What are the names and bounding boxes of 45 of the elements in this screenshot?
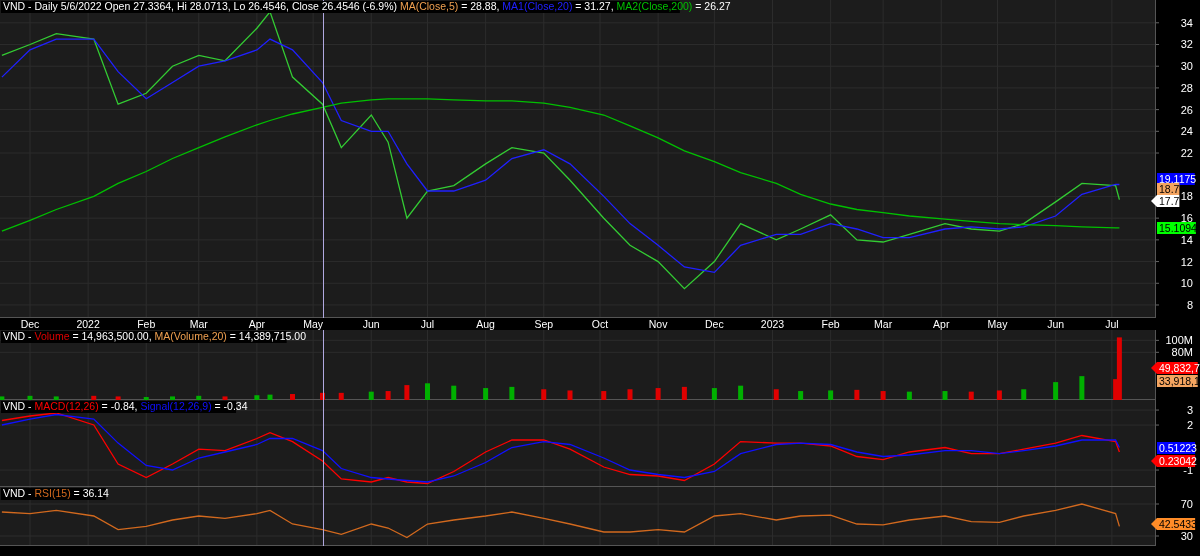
value-tag: 18.7 [1157, 183, 1180, 195]
date-label: Mar [189, 318, 208, 330]
date-label: Feb [821, 318, 840, 330]
axis-label: 14 [1180, 233, 1193, 246]
date-label: Oct [591, 318, 609, 330]
axis-label: 32 [1180, 38, 1193, 51]
indicator-legend: VND - MACD(12,26) = -0.84, Signal(12,26,9) = -0.34 [3, 400, 248, 412]
indicator-legend: VND - Volume = 14,963,500.00, MA(Volume,20) = 14,389,715.00 [3, 330, 306, 342]
date-label: Jun [362, 318, 380, 330]
date-label: Nov [648, 318, 668, 330]
axis-label: 70 [1180, 498, 1193, 510]
date-label: Dec [705, 318, 724, 330]
axis-label: 28 [1180, 81, 1193, 94]
date-label: Feb [137, 318, 156, 330]
date-label: Dec [20, 318, 40, 330]
date-label: 2023 [760, 318, 785, 330]
axis-label: 34 [1180, 16, 1193, 29]
axis-label: 80M [1171, 346, 1193, 359]
axis-label: 16 [1180, 212, 1193, 225]
date-label: 2022 [76, 318, 100, 330]
axis-label: 22 [1180, 147, 1193, 160]
axis-label: 3 [1186, 404, 1193, 417]
indicator-legend: VND - Daily 5/6/2022 Open 27.3364, Hi 28.0713, Lo 26.4546, Close 26.4546 (-6.9%) MA(Close,5) = 28.88, MA1(Close,20) = 31.27, MA2(Close,200) = 26.27 [3, 0, 731, 12]
date-label: May [303, 318, 324, 330]
date-label: Mar [874, 318, 893, 330]
axis-label: 26 [1180, 103, 1193, 116]
date-label: Jun [1047, 318, 1065, 330]
date-label: Apr [248, 318, 266, 330]
axis-label: 8 [1186, 299, 1193, 311]
date-label: Jul [420, 318, 435, 330]
value-tag: 15.1094 [1157, 222, 1197, 234]
date-label: Jul [1105, 318, 1119, 330]
axis-label: 18 [1180, 190, 1193, 203]
date-label: Aug [476, 318, 495, 330]
axis-label: 30 [1180, 530, 1193, 542]
axis-label: 24 [1180, 125, 1193, 138]
axis-label: 10 [1180, 277, 1193, 290]
indicator-legend: VND - RSI(15) = 36.14 [3, 487, 109, 499]
axis-label: 100M [1165, 334, 1193, 347]
date-label: Apr [933, 318, 950, 330]
axis-label: 2 [1186, 419, 1193, 432]
axis-label: 12 [1180, 255, 1193, 268]
date-label: Sep [534, 318, 554, 330]
axis-label: 30 [1180, 60, 1193, 73]
date-label: May [987, 318, 1008, 330]
